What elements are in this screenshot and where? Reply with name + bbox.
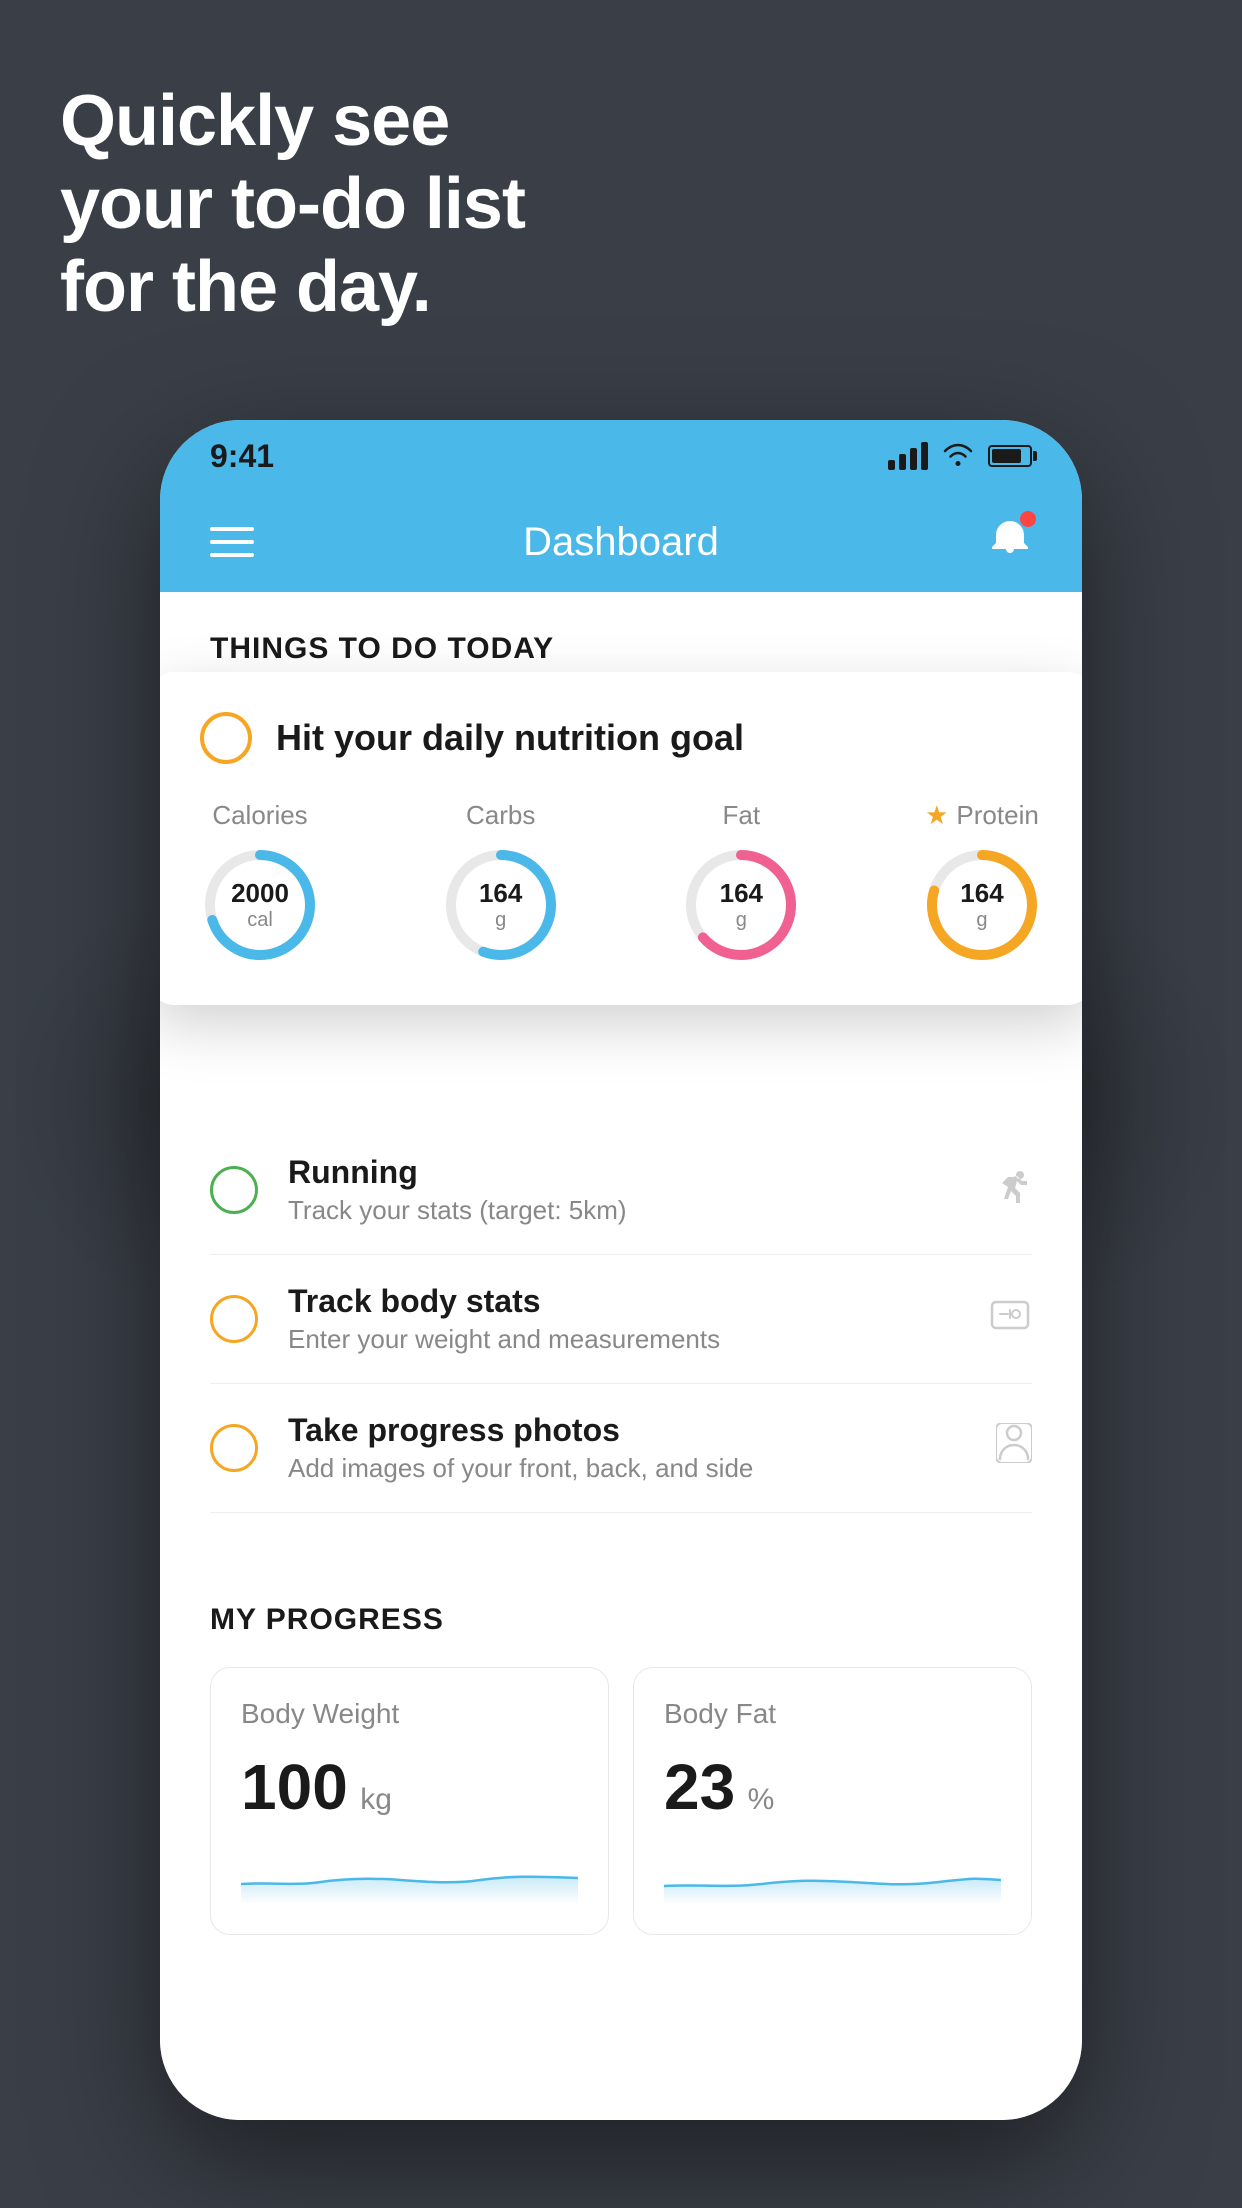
body-stats-title: Track body stats [288, 1283, 958, 1320]
body-fat-chart [664, 1844, 1001, 1904]
scale-icon [988, 1296, 1032, 1342]
body-stats-check[interactable] [210, 1295, 258, 1343]
person-icon [996, 1423, 1032, 1473]
nutrition-card: Hit your daily nutrition goal Calories 2… [160, 672, 1082, 1005]
hero-line2: your to-do list [60, 163, 525, 246]
carbs-donut: 164 g [441, 845, 561, 965]
calories-label: Calories [212, 800, 307, 831]
list-item-running[interactable]: Running Track your stats (target: 5km) [210, 1126, 1032, 1255]
fat-label: Fat [723, 800, 761, 831]
fat-donut: 164 g [681, 845, 801, 965]
protein-donut: 164 g [922, 845, 1042, 965]
progress-section: MY PROGRESS Body Weight 100 kg [160, 1553, 1082, 1975]
wifi-icon [942, 439, 974, 474]
menu-button[interactable] [210, 527, 254, 557]
progress-cards: Body Weight 100 kg [210, 1667, 1032, 1935]
protein-label: ★ Protein [925, 800, 1039, 831]
nutrition-fat: Fat 164 g [681, 800, 801, 965]
photos-subtitle: Add images of your front, back, and side [288, 1453, 966, 1484]
photos-title: Take progress photos [288, 1412, 966, 1449]
body-fat-value-row: 23 % [664, 1750, 1001, 1824]
body-fat-card: Body Fat 23 % [633, 1667, 1032, 1935]
body-weight-unit: kg [360, 1783, 392, 1816]
protein-value: 164 [960, 878, 1003, 909]
status-icons [888, 439, 1032, 474]
status-time: 9:41 [210, 438, 274, 475]
nutrition-calories: Calories 2000 cal [200, 800, 320, 965]
notification-badge [1020, 511, 1036, 527]
protein-unit: g [960, 909, 1003, 932]
star-icon: ★ [925, 800, 948, 831]
running-title: Running [288, 1154, 958, 1191]
phone-body: THINGS TO DO TODAY Hit your daily nutrit… [160, 592, 1082, 2120]
hero-text: Quickly see your to-do list for the day. [60, 80, 525, 328]
hero-line3: for the day. [60, 246, 525, 329]
running-content: Running Track your stats (target: 5km) [288, 1154, 958, 1226]
list-item-photos[interactable]: Take progress photos Add images of your … [210, 1384, 1032, 1513]
carbs-label: Carbs [466, 800, 535, 831]
battery-icon [988, 445, 1032, 467]
photos-content: Take progress photos Add images of your … [288, 1412, 966, 1484]
progress-header: MY PROGRESS [210, 1603, 1032, 1637]
todo-list: Running Track your stats (target: 5km) T… [160, 1126, 1082, 1513]
carbs-unit: g [479, 909, 522, 932]
body-fat-unit: % [748, 1783, 775, 1816]
body-fat-value: 23 [664, 1751, 735, 1823]
body-stats-subtitle: Enter your weight and measurements [288, 1324, 958, 1355]
nutrition-card-title: Hit your daily nutrition goal [276, 717, 744, 759]
calories-donut: 2000 cal [200, 845, 320, 965]
calories-unit: cal [231, 909, 289, 932]
body-stats-content: Track body stats Enter your weight and m… [288, 1283, 958, 1355]
body-weight-value-row: 100 kg [241, 1750, 578, 1824]
header-title: Dashboard [523, 520, 719, 565]
body-weight-card-title: Body Weight [241, 1698, 578, 1730]
phone-frame: 9:41 Da [160, 420, 1082, 2120]
list-item-body-stats[interactable]: Track body stats Enter your weight and m… [210, 1255, 1032, 1384]
hero-line1: Quickly see [60, 80, 525, 163]
notifications-button[interactable] [988, 515, 1032, 570]
nutrition-check-circle[interactable] [200, 712, 252, 764]
photos-check[interactable] [210, 1424, 258, 1472]
body-weight-value: 100 [241, 1751, 348, 1823]
running-icon [988, 1167, 1032, 1213]
running-subtitle: Track your stats (target: 5km) [288, 1195, 958, 1226]
fat-value: 164 [720, 878, 763, 909]
nutrition-row: Calories 2000 cal Carbs [200, 800, 1042, 965]
app-header: Dashboard [160, 492, 1082, 592]
status-bar: 9:41 [160, 420, 1082, 492]
nutrition-carbs: Carbs 164 g [441, 800, 561, 965]
carbs-value: 164 [479, 878, 522, 909]
body-weight-card: Body Weight 100 kg [210, 1667, 609, 1935]
running-check[interactable] [210, 1166, 258, 1214]
body-fat-card-title: Body Fat [664, 1698, 1001, 1730]
calories-value: 2000 [231, 878, 289, 909]
fat-unit: g [720, 909, 763, 932]
nutrition-protein: ★ Protein 164 g [922, 800, 1042, 965]
signal-icon [888, 442, 928, 470]
body-weight-chart [241, 1844, 578, 1904]
